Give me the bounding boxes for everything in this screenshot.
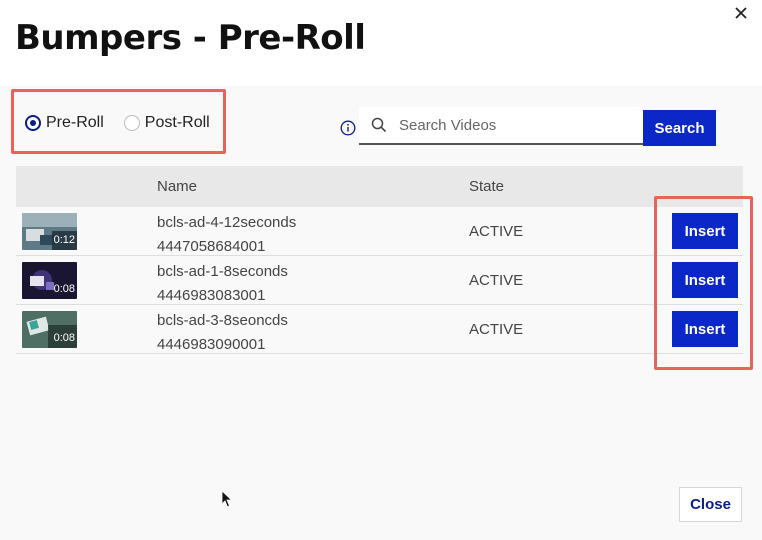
table-row: 0:08 bcls-ad-1-8seconds 4446983083001 AC…	[16, 256, 743, 305]
radio-unselected-icon	[123, 115, 140, 131]
column-header-name: Name	[157, 178, 198, 195]
video-state: ACTIVE	[469, 321, 524, 338]
video-name-cell: bcls-ad-1-8seconds 4446983083001	[157, 260, 288, 308]
mouse-cursor-icon	[221, 490, 233, 508]
table-row: 0:12 bcls-ad-4-12seconds 4447058684001 A…	[16, 207, 743, 256]
search-field	[359, 107, 643, 145]
video-name-cell: bcls-ad-4-12seconds 4447058684001	[157, 211, 296, 259]
close-button[interactable]: Close	[679, 487, 742, 522]
video-id: 4446983090001	[157, 336, 266, 353]
info-icon[interactable]	[340, 120, 356, 136]
video-name: bcls-ad-1-8seconds	[157, 263, 288, 280]
column-header-state: State	[469, 178, 505, 195]
annotation-highlight-insert	[654, 196, 753, 370]
video-duration: 0:12	[53, 234, 75, 246]
radio-label-post-roll: Post-Roll	[144, 114, 210, 131]
dialog-header: Bumpers - Pre-Roll	[0, 0, 762, 86]
search-button[interactable]: Search	[643, 110, 716, 146]
video-thumbnail: 0:12	[22, 213, 77, 250]
video-thumbnail: 0:08	[22, 311, 77, 348]
video-duration: 0:08	[53, 332, 75, 344]
video-thumbnail: 0:08	[22, 262, 77, 299]
dialog-title: Bumpers - Pre-Roll	[15, 18, 366, 58]
video-state: ACTIVE	[469, 223, 524, 240]
videos-table: Name State 0:12 bcls-ad-4-12seconds 4447…	[16, 166, 743, 354]
video-name-cell: bcls-ad-3-8seoncds 4446983090001	[157, 309, 288, 357]
roll-type-radio-group: Pre-Roll Post-Roll	[25, 114, 230, 132]
radio-label-pre-roll: Pre-Roll	[46, 114, 104, 131]
video-name: bcls-ad-3-8seoncds	[157, 312, 288, 329]
video-state: ACTIVE	[469, 272, 524, 289]
radio-pre-roll[interactable]: Pre-Roll	[25, 114, 104, 132]
search-icon	[371, 117, 387, 133]
search-input[interactable]	[399, 107, 637, 143]
table-row: 0:08 bcls-ad-3-8seoncds 4446983090001 AC…	[16, 305, 743, 354]
radio-selected-icon	[25, 115, 41, 131]
video-duration: 0:08	[53, 283, 75, 295]
radio-post-roll[interactable]: Post-Roll	[123, 114, 210, 132]
video-name: bcls-ad-4-12seconds	[157, 214, 297, 231]
table-header: Name State	[16, 166, 743, 207]
close-icon[interactable]	[732, 4, 750, 22]
